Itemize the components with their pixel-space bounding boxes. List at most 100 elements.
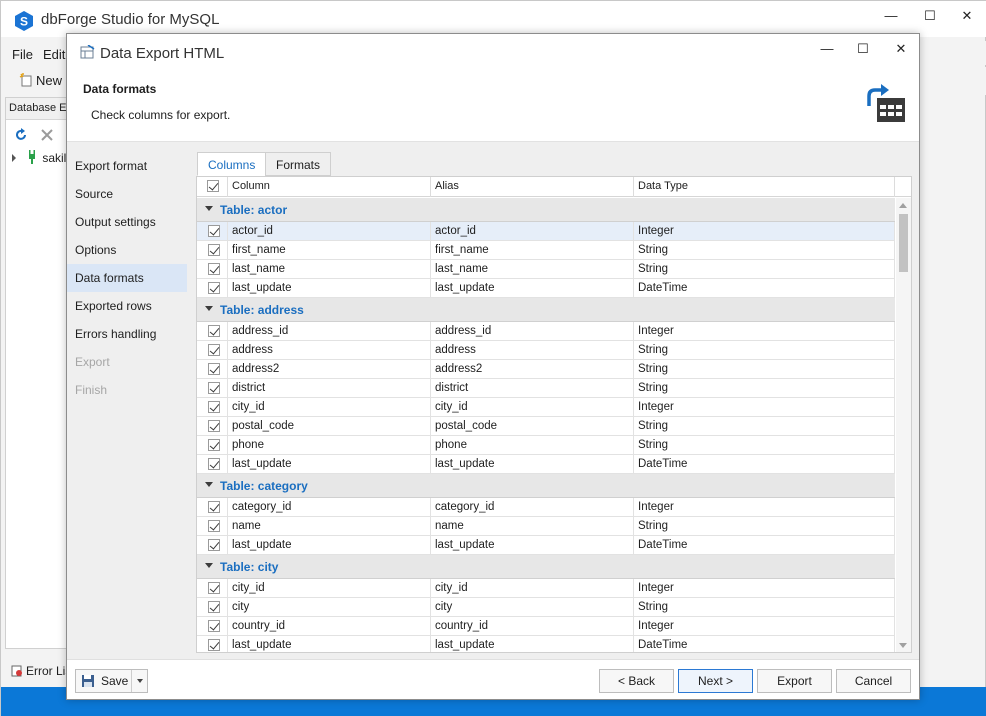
tab-formats[interactable]: Formats <box>265 152 332 176</box>
table-row[interactable]: actor_id actor_id Integer <box>197 222 895 241</box>
cell-alias[interactable]: first_name <box>431 241 634 260</box>
row-checkbox[interactable] <box>208 282 220 294</box>
collapse-arrow-icon[interactable] <box>205 563 213 568</box>
cell-alias[interactable]: city_id <box>431 579 634 598</box>
cell-alias[interactable]: name <box>431 517 634 536</box>
collapse-arrow-icon[interactable] <box>205 206 213 211</box>
cell-alias[interactable]: postal_code <box>431 417 634 436</box>
table-row[interactable]: last_update last_update DateTime <box>197 279 895 298</box>
minimize-icon[interactable]: — <box>881 7 901 25</box>
collapse-arrow-icon[interactable] <box>205 482 213 487</box>
dialog-minimize-icon[interactable]: — <box>817 40 837 58</box>
collapse-arrow-icon[interactable] <box>205 306 213 311</box>
nav-options[interactable]: Options <box>67 236 187 264</box>
nav-data-formats[interactable]: Data formats <box>67 264 187 292</box>
expand-arrow-icon[interactable] <box>12 154 16 162</box>
cell-alias[interactable]: address2 <box>431 360 634 379</box>
row-checkbox[interactable] <box>208 620 220 632</box>
nav-export-format[interactable]: Export format <box>67 152 187 180</box>
dialog-close-icon[interactable]: ✕ <box>891 40 911 58</box>
cell-alias[interactable]: last_name <box>431 260 634 279</box>
table-row[interactable]: city_id city_id Integer <box>197 398 895 417</box>
table-group-row[interactable]: Table: category <box>197 474 895 498</box>
refresh-icon[interactable] <box>14 128 28 142</box>
save-button[interactable]: Save <box>75 669 148 693</box>
row-checkbox[interactable] <box>208 539 220 551</box>
table-row[interactable]: last_update last_update DateTime <box>197 536 895 555</box>
row-checkbox[interactable] <box>208 639 220 651</box>
table-row[interactable]: postal_code postal_code String <box>197 417 895 436</box>
table-row[interactable]: first_name first_name String <box>197 241 895 260</box>
table-row[interactable]: district district String <box>197 379 895 398</box>
cell-alias[interactable]: city <box>431 598 634 617</box>
error-list-tab[interactable]: Error Lis <box>5 659 67 685</box>
cell-alias[interactable]: city_id <box>431 398 634 417</box>
row-checkbox[interactable] <box>208 344 220 356</box>
row-checkbox[interactable] <box>208 382 220 394</box>
row-checkbox[interactable] <box>208 244 220 256</box>
row-checkbox[interactable] <box>208 420 220 432</box>
export-button[interactable]: Export <box>757 669 832 693</box>
row-checkbox[interactable] <box>208 439 220 451</box>
table-row[interactable]: city_id city_id Integer <box>197 579 895 598</box>
table-group-row[interactable]: Table: city <box>197 555 895 579</box>
cell-alias[interactable]: last_update <box>431 536 634 555</box>
nav-output-settings[interactable]: Output settings <box>67 208 187 236</box>
table-row[interactable]: address2 address2 String <box>197 360 895 379</box>
table-row[interactable]: country_id country_id Integer <box>197 617 895 636</box>
nav-source[interactable]: Source <box>67 180 187 208</box>
nav-exported-rows[interactable]: Exported rows <box>67 292 187 320</box>
next-button[interactable]: Next > <box>678 669 753 693</box>
table-row[interactable]: last_update last_update DateTime <box>197 455 895 474</box>
table-row[interactable]: category_id category_id Integer <box>197 498 895 517</box>
header-data-type[interactable]: Data Type <box>634 177 895 197</box>
scroll-down-icon[interactable] <box>899 643 907 648</box>
cell-alias[interactable]: category_id <box>431 498 634 517</box>
close-icon[interactable]: ✕ <box>957 7 977 25</box>
cell-alias[interactable]: district <box>431 379 634 398</box>
row-checkbox[interactable] <box>208 458 220 470</box>
cell-alias[interactable]: address_id <box>431 322 634 341</box>
menu-file[interactable]: File <box>12 47 33 62</box>
cell-alias[interactable]: phone <box>431 436 634 455</box>
row-checkbox[interactable] <box>208 363 220 375</box>
row-checkbox[interactable] <box>208 501 220 513</box>
tree-connection-item[interactable]: sakil <box>12 150 66 165</box>
disconnect-icon[interactable] <box>40 128 54 142</box>
table-row[interactable]: last_name last_name String <box>197 260 895 279</box>
cell-alias[interactable]: actor_id <box>431 222 634 241</box>
cell-alias[interactable]: address <box>431 341 634 360</box>
header-alias[interactable]: Alias <box>431 177 634 197</box>
save-dropdown-icon[interactable] <box>137 679 143 683</box>
row-checkbox[interactable] <box>208 325 220 337</box>
row-checkbox[interactable] <box>208 520 220 532</box>
row-checkbox[interactable] <box>208 263 220 275</box>
back-button[interactable]: < Back <box>599 669 674 693</box>
cell-alias[interactable]: country_id <box>431 617 634 636</box>
maximize-icon[interactable]: ☐ <box>920 7 940 25</box>
row-checkbox[interactable] <box>208 401 220 413</box>
table-group-row[interactable]: Table: actor <box>197 198 895 222</box>
dialog-maximize-icon[interactable]: ☐ <box>853 40 873 58</box>
table-row[interactable]: last_update last_update DateTime <box>197 636 895 652</box>
scroll-thumb[interactable] <box>899 214 908 272</box>
cancel-button[interactable]: Cancel <box>836 669 911 693</box>
table-row[interactable]: address_id address_id Integer <box>197 322 895 341</box>
table-row[interactable]: name name String <box>197 517 895 536</box>
cell-alias[interactable]: last_update <box>431 455 634 474</box>
cell-alias[interactable]: last_update <box>431 279 634 298</box>
header-column[interactable]: Column <box>228 177 431 197</box>
select-all-checkbox[interactable] <box>207 180 219 192</box>
row-checkbox[interactable] <box>208 582 220 594</box>
tab-columns[interactable]: Columns <box>197 152 267 176</box>
menu-edit[interactable]: Edit <box>43 47 65 62</box>
nav-errors-handling[interactable]: Errors handling <box>67 320 187 348</box>
table-group-row[interactable]: Table: address <box>197 298 895 322</box>
table-row[interactable]: address address String <box>197 341 895 360</box>
table-row[interactable]: phone phone String <box>197 436 895 455</box>
cell-alias[interactable]: last_update <box>431 636 634 652</box>
row-checkbox[interactable] <box>208 225 220 237</box>
table-row[interactable]: city city String <box>197 598 895 617</box>
scroll-up-icon[interactable] <box>899 203 907 208</box>
row-checkbox[interactable] <box>208 601 220 613</box>
